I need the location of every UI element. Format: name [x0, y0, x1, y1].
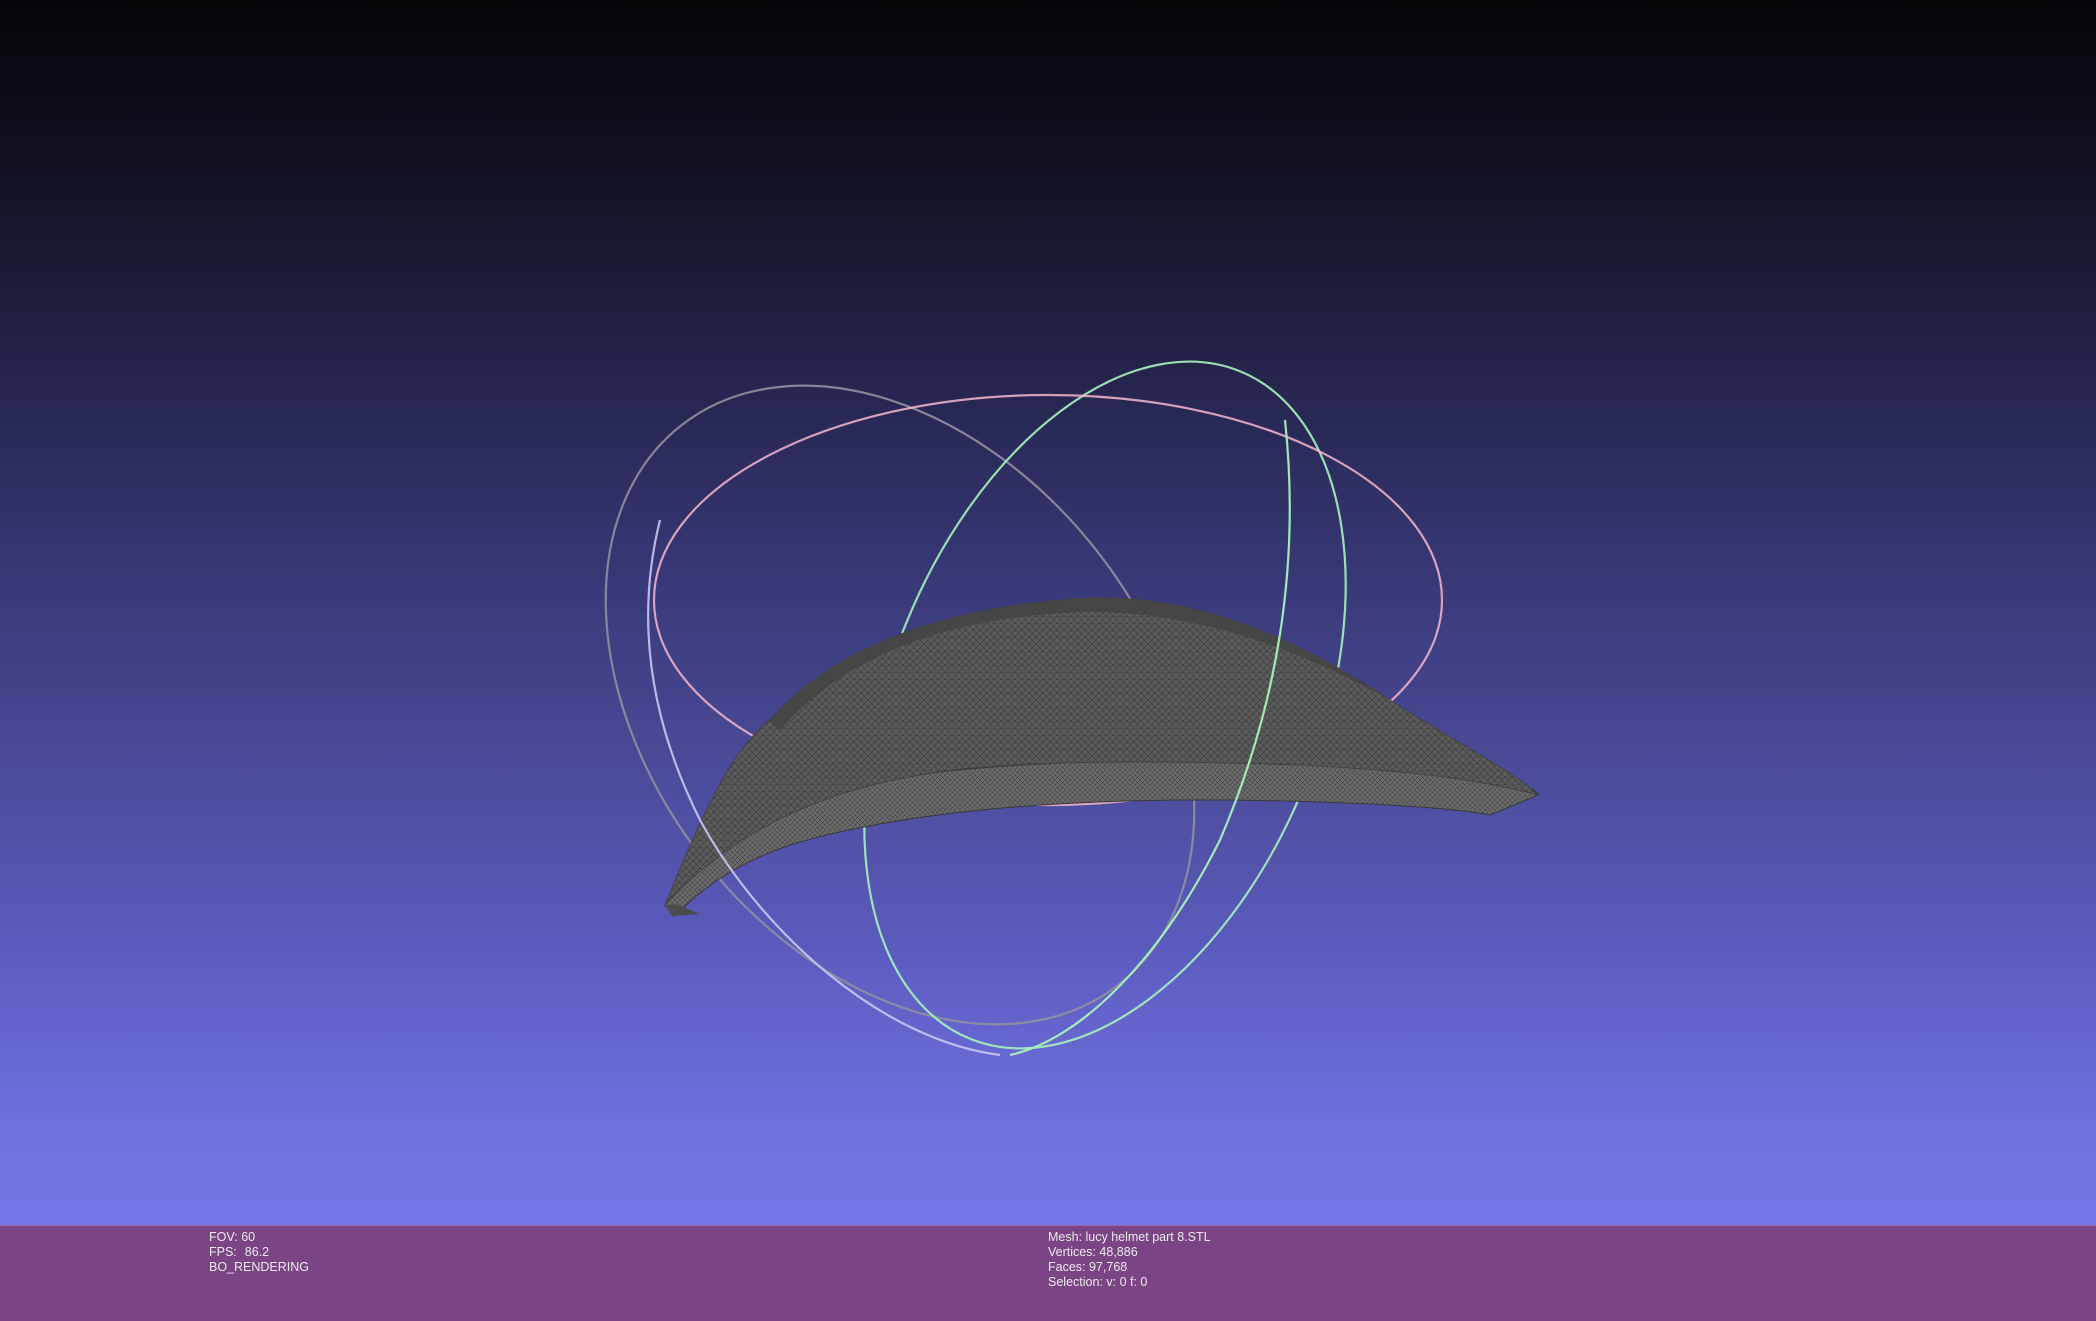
- fps-label: FPS:: [209, 1245, 237, 1259]
- vertex-count: Vertices: 48,886: [1048, 1245, 1138, 1259]
- render-mode: BO_RENDERING: [209, 1260, 310, 1274]
- fps-value: 86.2: [244, 1245, 270, 1259]
- selection-info: Selection: v: 0 f: 0: [1048, 1275, 1148, 1289]
- mesh-object[interactable]: [664, 597, 1540, 917]
- render-info-panel: FOV: 60 FPS: 86.2 BO_RENDERING: [209, 1230, 309, 1275]
- scene-canvas[interactable]: [0, 0, 2096, 1225]
- info-bar: FOV: 60 FPS: 86.2 BO_RENDERING Mesh: lucy…: [0, 1225, 2096, 1321]
- fov-value: 60: [241, 1230, 256, 1244]
- fov-row: FOV: 60: [209, 1230, 309, 1245]
- fov-label: FOV:: [209, 1230, 238, 1244]
- face-count: Faces: 97,768: [1048, 1260, 1128, 1274]
- 3d-viewport[interactable]: [0, 0, 2096, 1225]
- mesh-top-surface: [664, 597, 1540, 906]
- mesh-info-panel: Mesh: lucy helmet part 8.STL Vertices: 4…: [1048, 1230, 1211, 1290]
- fps-row: FPS: 86.2: [209, 1245, 309, 1260]
- mesh-name: Mesh: lucy helmet part 8.STL: [1048, 1230, 1211, 1244]
